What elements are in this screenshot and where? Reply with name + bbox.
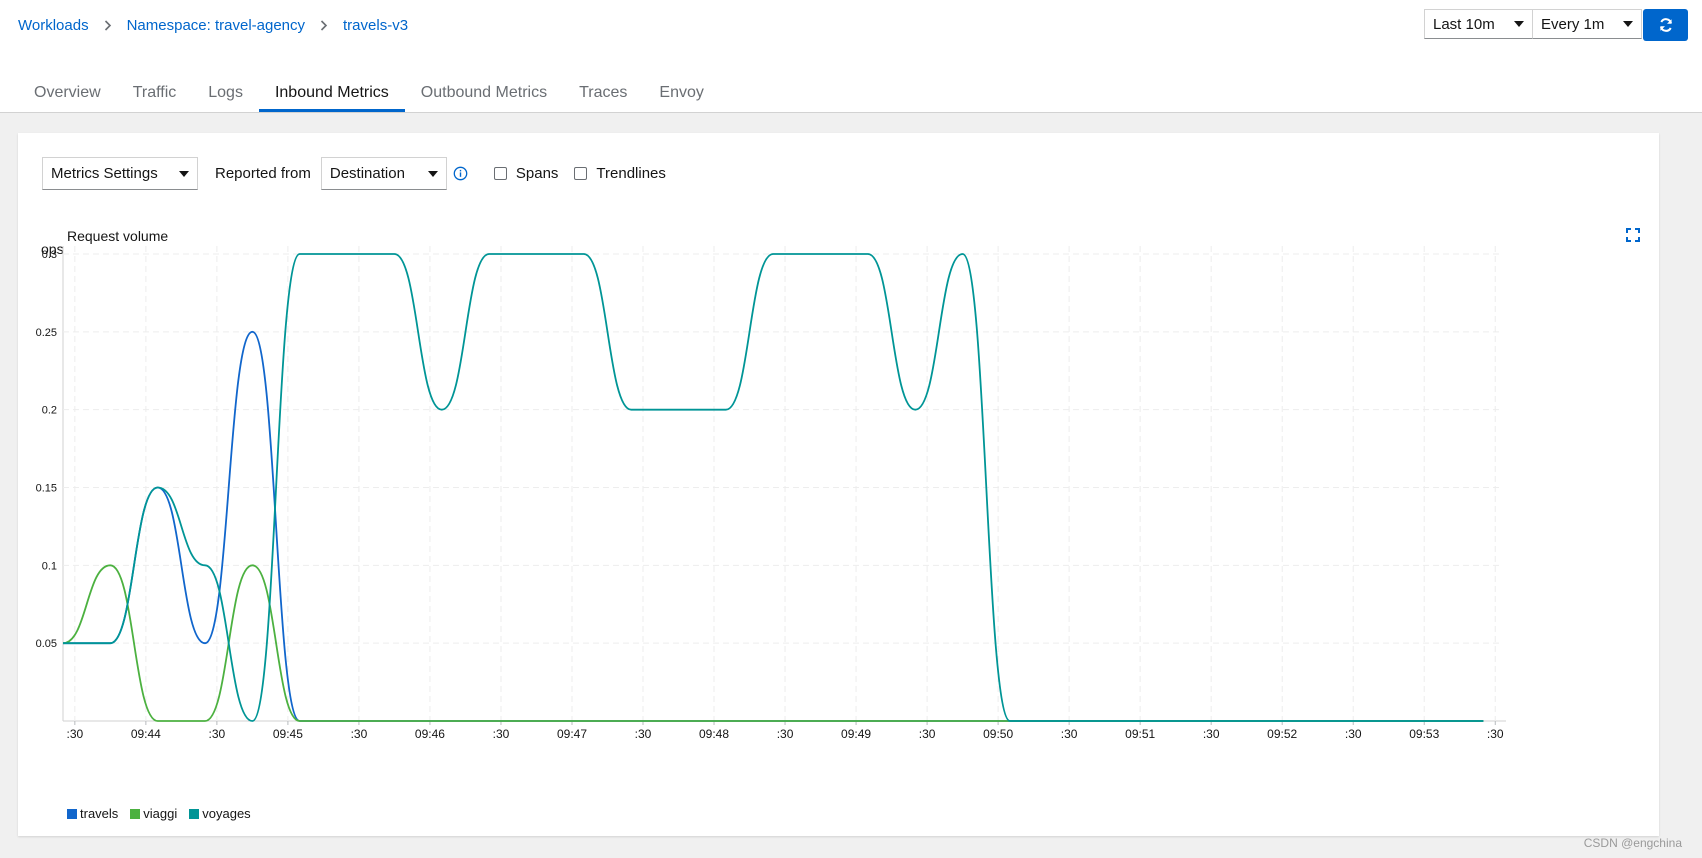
x-tick-label: 09:53 <box>1409 727 1439 741</box>
tab-overview[interactable]: Overview <box>18 73 117 112</box>
time-range-select[interactable]: Last 10m <box>1424 9 1533 39</box>
x-tick-label: 09:49 <box>841 727 871 741</box>
x-tick-label: 09:45 <box>273 727 303 741</box>
chevron-right-icon <box>104 19 112 31</box>
legend-swatch-voyages <box>189 808 200 819</box>
refresh-interval-select[interactable]: Every 1m <box>1533 9 1642 39</box>
x-tick-label: :30 <box>1345 727 1362 741</box>
tabs: Overview Traffic Logs Inbound Metrics Ou… <box>18 73 720 112</box>
x-tick-label: 09:52 <box>1267 727 1297 741</box>
x-tick-label: :30 <box>351 727 368 741</box>
legend-swatch-viaggi <box>130 808 141 819</box>
y-tick-label: 0.2 <box>42 405 57 417</box>
breadcrumb-workloads[interactable]: Workloads <box>18 17 89 34</box>
tab-logs[interactable]: Logs <box>192 73 259 112</box>
watermark: CSDN @engchina <box>1583 836 1682 850</box>
time-controls: Last 10m Every 1m <box>1424 9 1688 41</box>
breadcrumb-workload[interactable]: travels-v3 <box>343 17 408 34</box>
x-tick-label: 09:46 <box>415 727 445 741</box>
x-tick-label: :30 <box>209 727 226 741</box>
request-volume-chart: 0.05 0.1 0.15 0.2 0.25 0.3 :30 09:44 :30 09:45 :3… <box>36 246 1506 741</box>
series-line-travels[interactable] <box>63 330 1484 722</box>
tab-envoy[interactable]: Envoy <box>643 73 719 112</box>
x-tick-label: :30 <box>1203 727 1220 741</box>
legend-item-viaggi[interactable]: viaggi <box>130 806 177 821</box>
y-tick-label: 0.1 <box>42 560 57 572</box>
tab-inbound-metrics[interactable]: Inbound Metrics <box>258 73 405 112</box>
x-tick-label: :30 <box>1487 727 1504 741</box>
breadcrumb-namespace[interactable]: Namespace: travel-agency <box>127 17 305 34</box>
caret-down-icon <box>1623 21 1633 27</box>
page-header: Workloads Namespace: travel-agency trave… <box>0 0 1702 113</box>
chart-legend: travels viaggi voyages <box>67 806 263 821</box>
legend-label-travels: travels <box>80 806 119 821</box>
y-tick-label: 0.05 <box>36 638 57 650</box>
y-tick-label: 0.25 <box>36 327 57 339</box>
sync-icon <box>1659 18 1672 32</box>
metrics-card: Metrics Settings Reported from Destinati… <box>18 133 1659 836</box>
tab-traces[interactable]: Traces <box>563 73 643 112</box>
x-tick-label: 09:47 <box>557 727 587 741</box>
x-tick-label: :30 <box>66 727 83 741</box>
chevron-right-icon <box>320 19 328 31</box>
legend-label-voyages: voyages <box>202 806 251 821</box>
x-tick-label: :30 <box>493 727 510 741</box>
x-tick-label: 09:44 <box>131 727 161 741</box>
x-tick-label: 09:50 <box>983 727 1013 741</box>
legend-item-travels[interactable]: travels <box>67 806 118 821</box>
y-tick-label: 0.15 <box>36 483 57 495</box>
breadcrumb: Workloads Namespace: travel-agency trave… <box>18 14 408 36</box>
x-tick-label: :30 <box>635 727 652 741</box>
tab-traffic[interactable]: Traffic <box>117 73 193 112</box>
y-tick-label: 0.3 <box>42 249 57 261</box>
x-tick-label: :30 <box>777 727 794 741</box>
refresh-button[interactable] <box>1643 9 1688 41</box>
refresh-interval-value: Every 1m <box>1541 15 1605 33</box>
tab-outbound-metrics[interactable]: Outbound Metrics <box>405 73 563 112</box>
x-tick-label: 09:48 <box>699 727 729 741</box>
legend-label-viaggi: viaggi <box>143 806 178 821</box>
x-tick-label: 09:51 <box>1125 727 1155 741</box>
legend-swatch-travels <box>67 808 77 819</box>
legend-item-voyages[interactable]: voyages <box>189 806 251 821</box>
x-tick-label: :30 <box>1061 727 1078 741</box>
caret-down-icon <box>1514 21 1524 27</box>
time-range-value: Last 10m <box>1433 15 1495 33</box>
x-tick-label: :30 <box>919 727 936 741</box>
